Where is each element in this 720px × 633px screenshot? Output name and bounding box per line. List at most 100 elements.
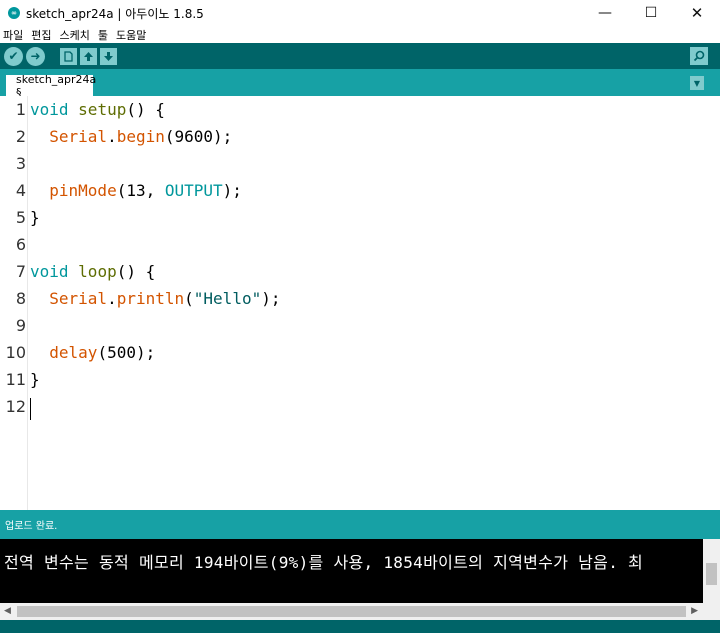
- code-text: pinMode(13, OUTPUT);: [30, 181, 242, 200]
- scroll-left-icon[interactable]: ◀: [4, 606, 11, 616]
- code-token: .: [107, 289, 117, 308]
- line-number: 6: [15, 235, 26, 254]
- code-text: delay(500);: [30, 343, 155, 362]
- code-token: begin: [116, 127, 165, 146]
- verify-button[interactable]: ✔: [4, 46, 23, 66]
- console-horizontal-scrollbar[interactable]: ◀ ▶: [0, 603, 720, 620]
- code-token: }: [30, 370, 40, 389]
- code-token: );: [261, 289, 281, 308]
- line-number: 11: [5, 370, 26, 389]
- maximize-button[interactable]: ☐: [628, 0, 674, 26]
- code-token: void: [30, 100, 69, 119]
- code-token: (9600);: [164, 127, 233, 146]
- code-token: );: [222, 181, 242, 200]
- title-bar: ∞ sketch_apr24a | 아두이노 1.8.5 — ☐ ✕: [0, 0, 720, 26]
- line-number: 12: [5, 397, 26, 416]
- status-message: 업로드 완료.: [5, 521, 58, 532]
- line-number: 4: [15, 181, 26, 200]
- code-text: Serial.println("Hello");: [30, 289, 280, 308]
- window-title: sketch_apr24a | 아두이노 1.8.5: [26, 6, 204, 21]
- code-token: "Hello": [193, 289, 262, 308]
- arduino-logo-icon: ∞: [8, 7, 20, 19]
- triangle-down-icon: ▼: [693, 78, 701, 88]
- arrow-down-icon: [104, 51, 113, 61]
- line-number: 7: [15, 262, 26, 281]
- window-controls: — ☐ ✕: [582, 0, 720, 26]
- code-line: 8 Serial.println("Hello");: [0, 285, 700, 312]
- code-token: loop: [78, 262, 117, 281]
- check-icon: ✔: [8, 49, 19, 63]
- code-text: void loop() {: [30, 262, 155, 281]
- code-token: println: [116, 289, 185, 308]
- code-token: () {: [126, 100, 165, 119]
- menu-edit[interactable]: 편집: [27, 27, 55, 43]
- upload-button[interactable]: ➜: [26, 46, 45, 66]
- board-status-bar: [0, 620, 720, 633]
- open-sketch-button[interactable]: [80, 47, 97, 65]
- tab-strip: sketch_apr24a § ▼: [0, 69, 720, 99]
- minimize-button[interactable]: —: [582, 0, 628, 26]
- arrow-right-icon: ➜: [30, 49, 41, 63]
- line-number: 2: [15, 127, 26, 146]
- close-button[interactable]: ✕: [674, 0, 720, 26]
- code-text: void setup() {: [30, 100, 165, 119]
- menu-file[interactable]: 파일: [0, 27, 27, 43]
- code-editor[interactable]: 1 void setup() {2 Serial.begin(9600); 3 4 p…: [0, 96, 720, 510]
- console-line: 전역 변수는 동적 메모리 194바이트(9%)를 사용, 1854바이트의 지…: [4, 553, 644, 572]
- code-line: 7 void loop() {: [0, 258, 700, 285]
- code-token: (13,: [116, 181, 165, 200]
- serial-monitor-button[interactable]: [690, 47, 708, 65]
- new-sketch-button[interactable]: [60, 47, 77, 65]
- code-line: 5}: [0, 204, 700, 231]
- code-token: OUTPUT: [164, 181, 223, 200]
- menu-bar: 파일 편집 스케치 툴 도움말: [0, 26, 720, 43]
- code-token: Serial: [49, 127, 108, 146]
- line-number: 10: [5, 343, 26, 362]
- code-line: 9: [0, 312, 700, 339]
- code-text: Serial.begin(9600);: [30, 127, 232, 146]
- code-line: 12: [0, 393, 700, 420]
- code-token: (500);: [97, 343, 156, 362]
- code-line: 6: [0, 231, 700, 258]
- text-cursor: [30, 398, 31, 420]
- code-token: () {: [116, 262, 156, 281]
- code-line: 1 void setup() {: [0, 96, 700, 123]
- scroll-right-icon[interactable]: ▶: [691, 606, 698, 616]
- code-text: }: [30, 208, 40, 227]
- code-text: }: [30, 370, 40, 389]
- line-number: 8: [15, 289, 26, 308]
- code-line: 10 delay(500);: [0, 339, 700, 366]
- code-token: Serial: [49, 289, 108, 308]
- menu-sketch[interactable]: 스케치: [56, 27, 94, 43]
- tab-menu-button[interactable]: ▼: [690, 76, 704, 90]
- code-token: setup: [78, 100, 127, 119]
- console-output[interactable]: 전역 변수는 동적 메모리 194바이트(9%)를 사용, 1854바이트의 지…: [0, 539, 720, 603]
- save-sketch-button[interactable]: [100, 47, 117, 65]
- toolbar: ✔ ➜: [0, 43, 720, 69]
- code-line: 11}: [0, 366, 700, 393]
- code-token: void: [30, 262, 69, 281]
- code-line: 2 Serial.begin(9600);: [0, 123, 700, 150]
- code-token: pinMode: [49, 181, 117, 200]
- menu-help[interactable]: 도움말: [112, 27, 150, 43]
- status-bar: 업로드 완료.: [0, 510, 720, 539]
- menu-tools[interactable]: 툴: [94, 27, 112, 43]
- code-token: .: [107, 127, 117, 146]
- line-number: 9: [15, 316, 26, 335]
- code-token: }: [30, 208, 40, 227]
- line-number: 3: [15, 154, 26, 173]
- code-token: (: [184, 289, 194, 308]
- code-token: delay: [49, 343, 98, 362]
- console-scroll-thumb[interactable]: [706, 563, 717, 585]
- tab-sketch[interactable]: sketch_apr24a §: [6, 73, 96, 99]
- horizontal-scroll-thumb[interactable]: [17, 606, 686, 617]
- line-number: 5: [15, 208, 26, 227]
- console-vertical-scrollbar[interactable]: [703, 539, 720, 603]
- arrow-up-icon: [84, 51, 93, 61]
